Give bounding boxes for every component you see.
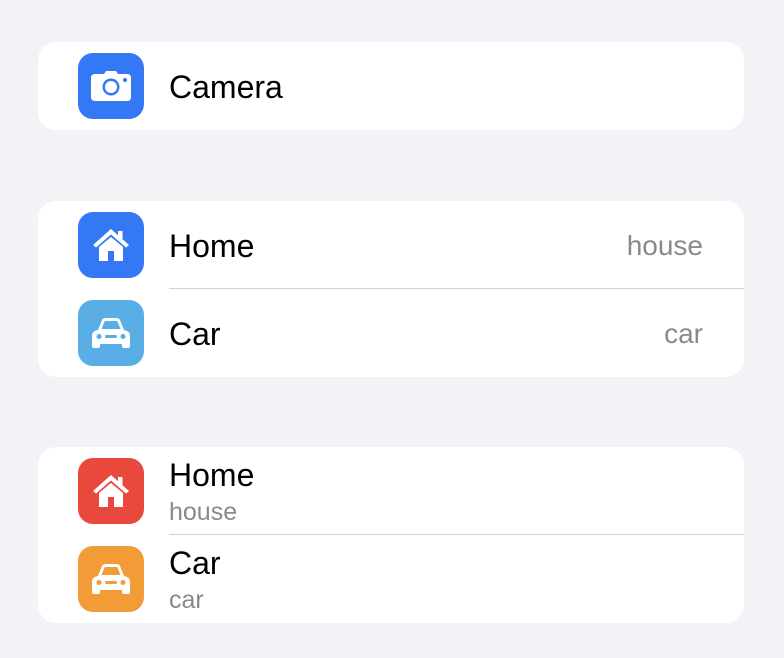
- list-item-home[interactable]: Home house: [38, 447, 744, 535]
- list-item-camera[interactable]: Camera: [38, 42, 744, 130]
- camera-icon: [78, 53, 144, 119]
- settings-group-2: Home house Car car: [38, 201, 744, 377]
- settings-group-3: Home house Car car: [38, 447, 744, 623]
- item-title: Home: [169, 457, 255, 493]
- item-subtitle: car: [169, 586, 204, 614]
- item-value: house: [626, 230, 703, 261]
- item-value: car: [664, 318, 703, 349]
- house-icon: [78, 212, 144, 278]
- list-item-car[interactable]: Car car: [38, 289, 744, 377]
- item-subtitle: house: [169, 498, 238, 526]
- car-icon: [78, 300, 144, 366]
- item-title: Camera: [169, 69, 283, 105]
- house-icon: [78, 458, 144, 524]
- item-title: Car: [169, 316, 221, 352]
- settings-group-1: Camera: [38, 42, 744, 130]
- list-item-home[interactable]: Home house: [38, 201, 744, 289]
- list-item-car[interactable]: Car car: [38, 535, 744, 623]
- car-icon: [78, 546, 144, 612]
- item-title: Home: [169, 228, 255, 264]
- item-title: Car: [169, 545, 221, 581]
